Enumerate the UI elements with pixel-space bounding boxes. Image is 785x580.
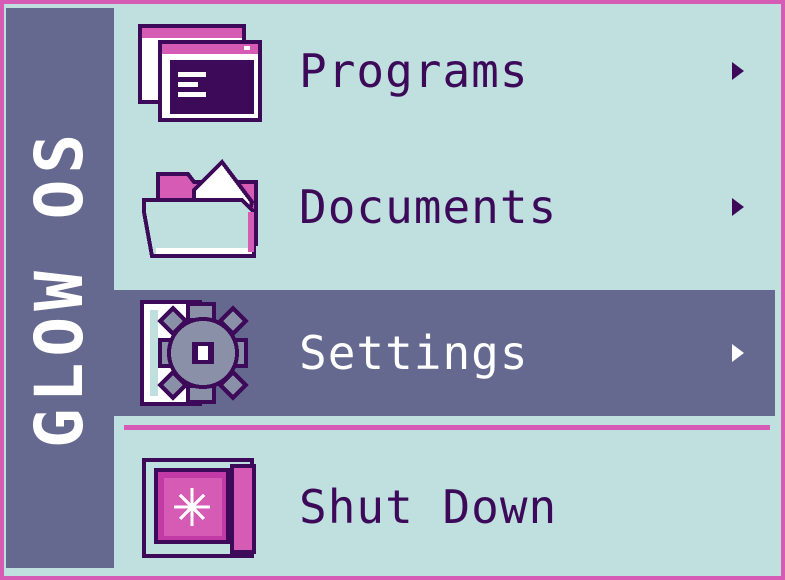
programs-window-icon (138, 24, 262, 122)
settings-gear-icon (140, 300, 249, 406)
menu-item-settings[interactable]: Settings (114, 290, 775, 416)
menu-item-shut-down[interactable]: Shut Down (114, 444, 775, 570)
menu-list: Programs Documents Settings Shut Down (114, 8, 775, 568)
menu-item-programs[interactable]: Programs (114, 8, 775, 134)
menu-separator (124, 425, 770, 430)
documents-folder-icon (142, 158, 258, 258)
menu-item-label: Documents (299, 180, 558, 234)
menu-item-label: Shut Down (299, 480, 558, 534)
brand-title: GLOW OS (21, 127, 98, 449)
submenu-arrow-icon (732, 198, 744, 216)
menu-item-label: Programs (299, 44, 529, 98)
submenu-arrow-icon (732, 62, 744, 80)
shutdown-power-icon (142, 458, 256, 558)
menu-item-documents[interactable]: Documents (114, 144, 775, 270)
menu-item-label: Settings (299, 326, 529, 380)
submenu-arrow-icon (732, 344, 744, 362)
brand-sidebar: GLOW OS (6, 8, 114, 568)
